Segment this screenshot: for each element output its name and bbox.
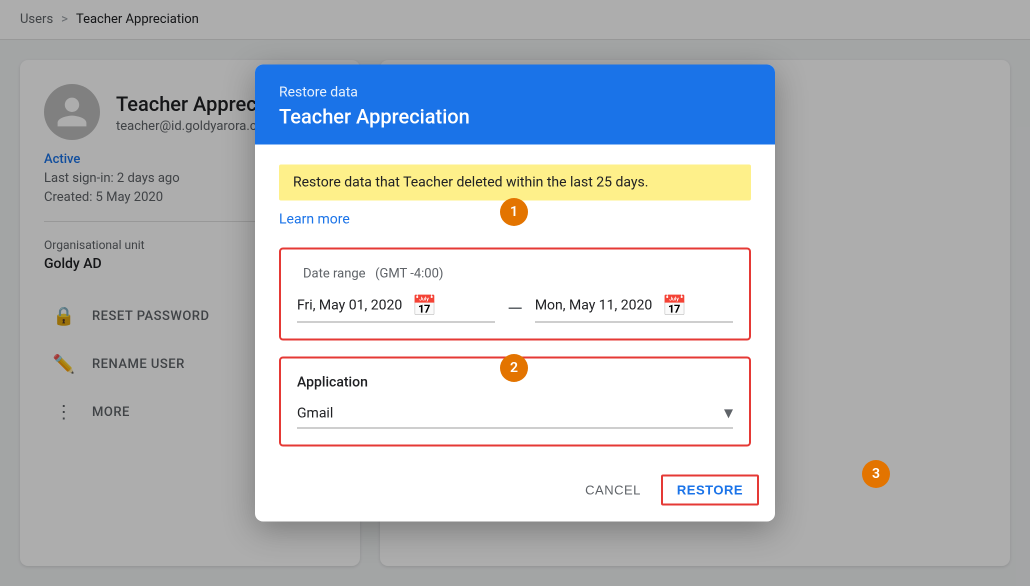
date-range-label-text: Date range — [303, 267, 366, 282]
date-to-value: Mon, May 11, 2020 — [535, 298, 652, 314]
date-range-separator: — — [507, 296, 523, 320]
calendar-from-icon[interactable]: 📅 — [412, 294, 437, 318]
modal-subtitle: Restore data — [279, 85, 751, 101]
modal-body: Restore data that Teacher deleted within… — [255, 145, 775, 467]
application-value: Gmail — [297, 405, 333, 421]
modal-title: Teacher Appreciation — [279, 105, 751, 129]
date-inputs: Fri, May 01, 2020 📅 — Mon, May 11, 2020 … — [297, 294, 733, 323]
restore-button[interactable]: RESTORE — [661, 475, 759, 506]
cancel-button[interactable]: CANCEL — [573, 475, 653, 506]
step-badge-1: 1 — [500, 198, 528, 226]
restore-data-modal: Restore data Teacher Appreciation Restor… — [255, 65, 775, 522]
timezone-label: (GMT -4:00) — [375, 267, 443, 282]
modal-header: Restore data Teacher Appreciation — [255, 65, 775, 145]
info-banner: Restore data that Teacher deleted within… — [279, 165, 751, 201]
date-from-value: Fri, May 01, 2020 — [297, 298, 402, 314]
date-to-group[interactable]: Mon, May 11, 2020 📅 — [535, 294, 733, 323]
application-select[interactable]: Gmail ▾ — [297, 403, 733, 429]
dropdown-arrow-icon: ▾ — [724, 403, 733, 424]
modal-footer: CANCEL RESTORE — [255, 467, 775, 522]
date-from-group[interactable]: Fri, May 01, 2020 📅 — [297, 294, 495, 323]
date-range-label: Date range (GMT -4:00) — [297, 266, 733, 282]
date-range-section: Date range (GMT -4:00) Fri, May 01, 2020… — [279, 248, 751, 341]
learn-more-link[interactable]: Learn more — [279, 212, 350, 228]
step-badge-3: 3 — [862, 460, 890, 488]
calendar-to-icon[interactable]: 📅 — [662, 294, 687, 318]
step-badge-2: 2 — [500, 354, 528, 382]
